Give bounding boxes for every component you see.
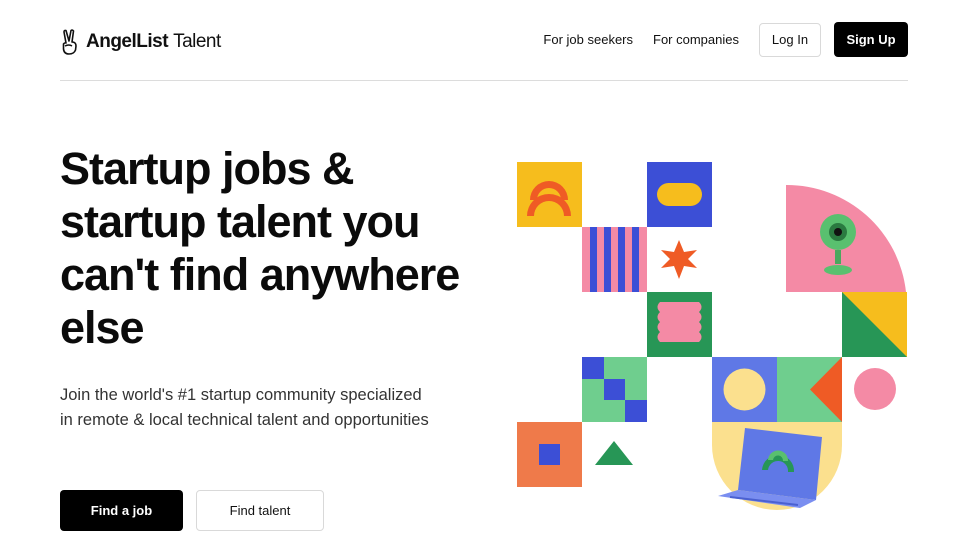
hero-subtitle: Join the world's #1 startup community sp… bbox=[60, 386, 429, 429]
green-triangle-tile bbox=[595, 441, 633, 465]
brand-name: AngelList bbox=[86, 31, 169, 52]
nav-job-seekers-link[interactable]: For job seekers bbox=[543, 32, 633, 47]
pink-circle-tile bbox=[854, 368, 896, 410]
nav-companies-link[interactable]: For companies bbox=[653, 32, 739, 47]
hero-illustration bbox=[517, 162, 907, 510]
brand-sub: Talent bbox=[173, 31, 221, 52]
orange-star-tile bbox=[661, 240, 697, 279]
laptop-tile bbox=[712, 422, 842, 510]
signup-button[interactable]: Sign Up bbox=[834, 22, 908, 57]
find-talent-button[interactable]: Find talent bbox=[196, 490, 324, 531]
find-job-button[interactable]: Find a job bbox=[60, 490, 183, 531]
yellow-arch-tile bbox=[517, 162, 582, 227]
login-button[interactable]: Log In bbox=[759, 22, 821, 57]
header-divider bbox=[60, 80, 908, 81]
yellow-circle-tile bbox=[712, 357, 777, 422]
green-pink-blob-tile bbox=[647, 292, 712, 357]
angellist-logo[interactable]: AngelList Talent bbox=[60, 29, 221, 55]
site-header: AngelList Talent For job seekers For com… bbox=[0, 0, 970, 82]
orange-triangle-tile bbox=[777, 357, 842, 422]
blue-pill-tile bbox=[647, 162, 712, 227]
yellow-green-triangle-tile bbox=[842, 292, 907, 357]
hero-title: Startup jobs & startup talent you can't … bbox=[60, 143, 460, 353]
top-nav: For job seekers For companies Log In Sig… bbox=[543, 22, 908, 57]
stripes-tile bbox=[582, 227, 647, 292]
peace-hand-icon bbox=[62, 29, 77, 55]
terracotta-square-tile bbox=[517, 422, 582, 487]
checker-tile bbox=[582, 357, 647, 422]
